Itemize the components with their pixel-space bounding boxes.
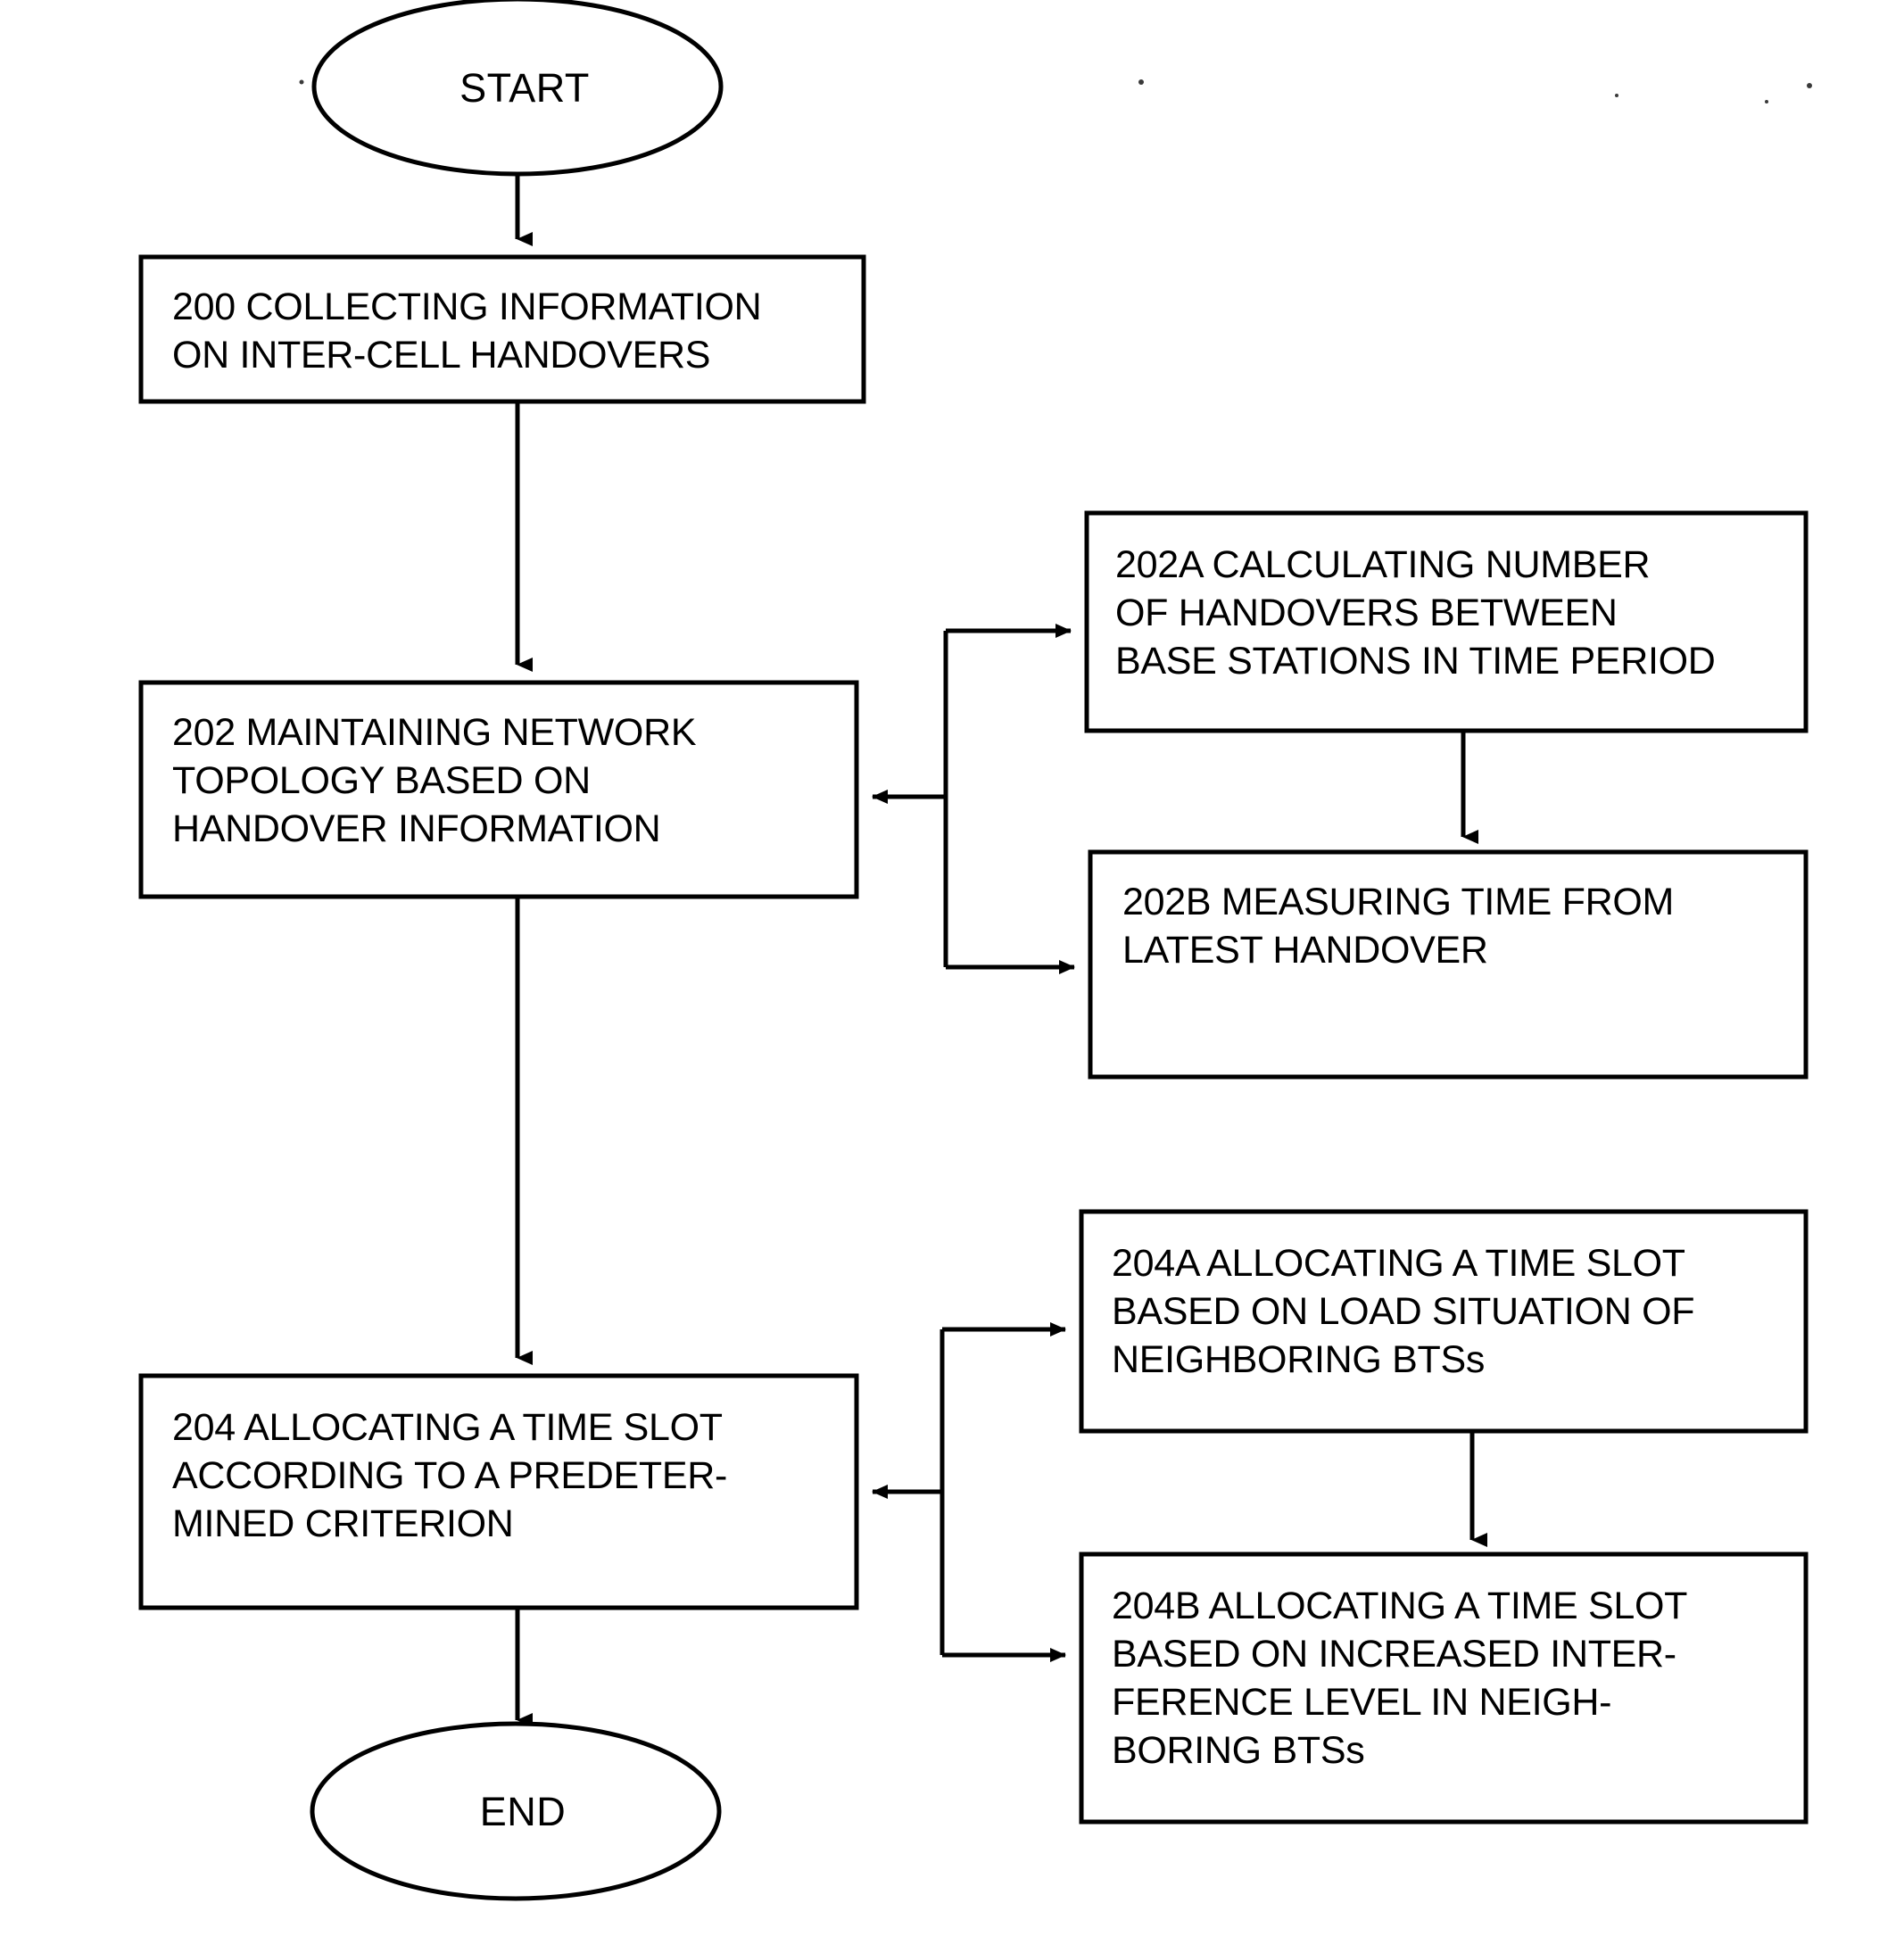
- scan-speck: [1138, 79, 1144, 85]
- node-step-202b-line-0: 202B MEASURING TIME FROM: [1122, 881, 1674, 923]
- scan-speck: [1615, 94, 1618, 97]
- node-step-202-line-1: TOPOLOGY BASED ON: [172, 759, 591, 802]
- node-step-200-line-0: 200 COLLECTING INFORMATION: [172, 286, 761, 328]
- node-step-202b-line-1: LATEST HANDOVER: [1122, 929, 1488, 972]
- node-step-204a-line-1: BASED ON LOAD SITUATION OF: [1112, 1290, 1694, 1333]
- node-step-202a-line-0: 202A CALCULATING NUMBER: [1115, 543, 1650, 586]
- node-step-200: [138, 254, 866, 404]
- end-terminal-label: END: [480, 1789, 567, 1834]
- node-step-202-line-2: HANDOVER INFORMATION: [172, 807, 660, 850]
- node-step-202a-line-2: BASE STATIONS IN TIME PERIOD: [1115, 640, 1716, 683]
- node-step-204b-line-0: 204B ALLOCATING A TIME SLOT: [1112, 1585, 1687, 1627]
- node-step-204a-line-2: NEIGHBORING BTSs: [1112, 1338, 1485, 1381]
- node-step-200-line-1: ON INTER-CELL HANDOVERS: [172, 334, 710, 377]
- start-terminal-label: START: [459, 65, 590, 111]
- scan-speck: [1807, 83, 1812, 88]
- scan-speck: [1765, 100, 1768, 103]
- node-step-204b-line-3: BORING BTSs: [1112, 1729, 1364, 1772]
- node-step-204b-line-1: BASED ON INCREASED INTER-: [1112, 1633, 1676, 1676]
- flowchart-diagram: START 200 COLLECTING INFORMATION ON INTE…: [0, 0, 1904, 1953]
- node-step-204a-line-0: 204A ALLOCATING A TIME SLOT: [1112, 1242, 1685, 1285]
- node-step-204b-line-2: FERENCE LEVEL IN NEIGH-: [1112, 1681, 1611, 1724]
- node-step-202a-line-1: OF HANDOVERS BETWEEN: [1115, 592, 1618, 634]
- node-step-204-line-1: ACCORDING TO A PREDETER-: [172, 1454, 727, 1497]
- node-step-202-line-0: 202 MAINTAINING NETWORK: [172, 711, 697, 754]
- node-step-204-line-0: 204 ALLOCATING A TIME SLOT: [172, 1406, 723, 1449]
- scan-speck: [299, 79, 304, 85]
- flowchart-canvas: START 200 COLLECTING INFORMATION ON INTE…: [138, 0, 1812, 1901]
- node-step-204-line-2: MINED CRITERION: [172, 1502, 514, 1545]
